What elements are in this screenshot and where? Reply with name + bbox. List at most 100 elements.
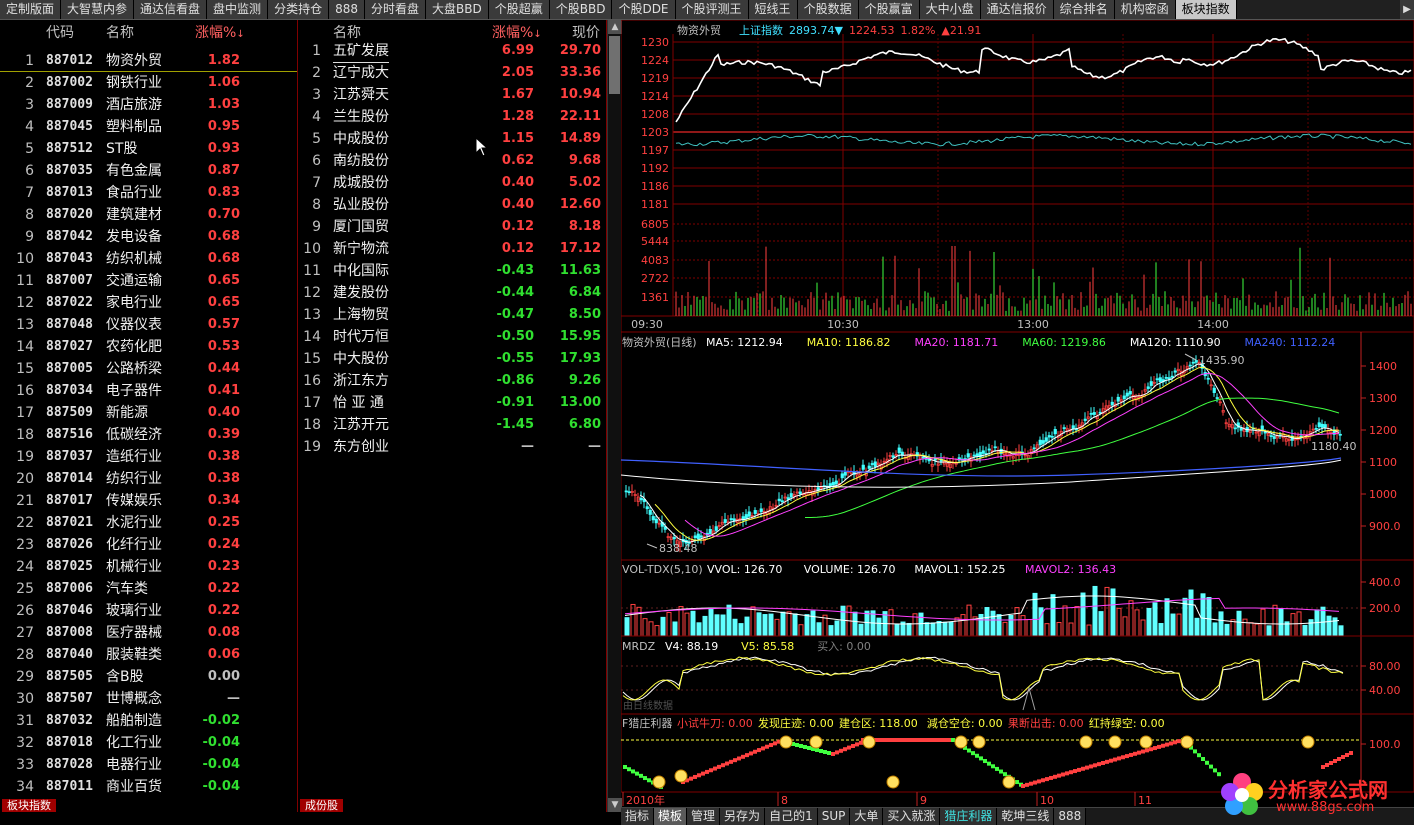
stock-row[interactable]: 2 辽宁成大 2.05 33.36 — [299, 62, 605, 84]
sector-row[interactable]: 4 887045 塑料制品 0.95 — [0, 116, 297, 138]
stock-row[interactable]: 9 厦门国贸 0.12 8.18 — [299, 216, 605, 238]
sector-row[interactable]: 27 887008 医疗器械 0.08 — [0, 622, 297, 644]
tab-6[interactable]: 分时看盘 — [364, 0, 426, 19]
indicator-btn-4[interactable]: 自己的1 — [765, 808, 818, 825]
sector-row[interactable]: 24 887025 机械行业 0.23 — [0, 556, 297, 578]
col-header-stock-name[interactable]: 名称 — [333, 22, 361, 42]
sector-row[interactable]: 12 887022 家电行业 0.65 — [0, 292, 297, 314]
scroll-down-icon[interactable]: ▼ — [608, 798, 622, 812]
col-header-pct[interactable]: 涨幅%↓ — [195, 22, 245, 42]
tab-10[interactable]: 个股DDE — [612, 0, 676, 19]
tab-7[interactable]: 大盘BBD — [426, 0, 489, 19]
stock-row[interactable]: 1 五矿发展 6.99 29.70 — [299, 40, 605, 63]
sector-row[interactable]: 14 887027 农药化肥 0.53 — [0, 336, 297, 358]
stock-row[interactable]: 8 弘业股份 0.40 12.60 — [299, 194, 605, 216]
sector-row[interactable]: 30 887507 世博概念 — — [0, 688, 297, 710]
indicator-btn-1[interactable]: 模板 — [654, 808, 688, 825]
stock-charts-svg[interactable]: 1230122412191214120812031197119211861181… — [621, 20, 1414, 808]
scroll-thumb[interactable] — [609, 36, 620, 94]
sector-row[interactable]: 21 887017 传媒娱乐 0.34 — [0, 490, 297, 512]
volume-bar — [1086, 624, 1092, 637]
sector-row[interactable]: 28 887040 服装鞋类 0.06 — [0, 644, 297, 666]
stock-row[interactable]: 11 中化国际 -0.43 11.63 — [299, 260, 605, 282]
sector-row[interactable]: 18 887516 低碳经济 0.39 — [0, 424, 297, 446]
sector-row[interactable]: 22 887021 水泥行业 0.25 — [0, 512, 297, 534]
stock-row[interactable]: 15 中大股份 -0.55 17.93 — [299, 348, 605, 370]
sector-row[interactable]: 2 887002 钢铁行业 1.06 — [0, 72, 297, 94]
stock-row[interactable]: 5 中成股份 1.15 14.89 — [299, 128, 605, 150]
stock-row[interactable]: 12 建发股份 -0.44 6.84 — [299, 282, 605, 304]
indicator-btn-3[interactable]: 另存为 — [720, 808, 766, 825]
indicator-btn-8[interactable]: 猎庄利器 — [940, 808, 998, 825]
sector-row[interactable]: 5 887512 ST股 0.93 — [0, 138, 297, 160]
sector-row[interactable]: 13 887048 仪器仪表 0.57 — [0, 314, 297, 336]
col-header-stock-pct[interactable]: 涨幅%↓ — [492, 22, 542, 42]
tab-scroll-right-icon[interactable]: ▶ — [1400, 0, 1414, 19]
tab-9[interactable]: 个股BBD — [549, 0, 613, 19]
sector-row[interactable]: 20 887014 纺织行业 0.38 — [0, 468, 297, 490]
sector-row[interactable]: 6 887035 有色金属 0.87 — [0, 160, 297, 182]
sector-row[interactable]: 34 887011 商业百货 -0.04 — [0, 776, 297, 798]
stock-row[interactable]: 17 怡 亚 通 -0.91 13.00 — [299, 392, 605, 414]
stock-row[interactable]: 3 江苏舜天 1.67 10.94 — [299, 84, 605, 106]
tab-12[interactable]: 短线王 — [748, 0, 798, 19]
indicator-btn-6[interactable]: 大单 — [850, 808, 884, 825]
indicator-btn-9[interactable]: 乾坤三线 — [997, 808, 1055, 825]
sector-row[interactable]: 10 887043 纺织机械 0.68 — [0, 248, 297, 270]
tab-18[interactable]: 机构密函 — [1114, 0, 1176, 19]
tab-4[interactable]: 分类持仓 — [268, 0, 330, 19]
sector-row[interactable]: 15 887005 公路桥梁 0.44 — [0, 358, 297, 380]
sector-row[interactable]: 3 887009 酒店旅游 1.03 — [0, 94, 297, 116]
tab-17[interactable]: 综合排名 — [1053, 0, 1115, 19]
col-header-code[interactable]: 代码 — [46, 22, 74, 42]
sector-row[interactable]: 33 887028 电器行业 -0.04 — [0, 754, 297, 776]
tab-13[interactable]: 个股数据 — [797, 0, 859, 19]
tab-5[interactable]: 888 — [329, 0, 365, 19]
stock-row[interactable]: 7 成城股份 0.40 5.02 — [299, 172, 605, 194]
tab-14[interactable]: 个股赢富 — [858, 0, 920, 19]
stock-row[interactable]: 6 南纺股份 0.62 9.68 — [299, 150, 605, 172]
vertical-scrollbar[interactable]: ▲ ▼ — [607, 20, 622, 812]
stock-row[interactable]: 13 上海物贸 -0.47 8.50 — [299, 304, 605, 326]
stock-row[interactable]: 18 江苏开元 -1.45 6.80 — [299, 414, 605, 436]
tab-16[interactable]: 通达信报价 — [980, 0, 1054, 19]
indicator-btn-10[interactable]: 888 — [1054, 808, 1087, 825]
sector-row[interactable]: 23 887026 化纤行业 0.24 — [0, 534, 297, 556]
sector-row[interactable]: 29 887505 含B股 0.00 — [0, 666, 297, 688]
indicator-btn-2[interactable]: 管理 — [687, 808, 721, 825]
sector-row[interactable]: 32 887018 化工行业 -0.04 — [0, 732, 297, 754]
sector-row[interactable]: 19 887037 造纸行业 0.38 — [0, 446, 297, 468]
col-header-name[interactable]: 名称 — [106, 22, 134, 42]
tab-1[interactable]: 大智慧内参 — [61, 0, 135, 19]
tab-constituents[interactable]: 成份股 — [300, 799, 343, 812]
tab-sector-index[interactable]: 板块指数 — [2, 799, 56, 812]
tab-3[interactable]: 盘中监测 — [207, 0, 269, 19]
indicator-btn-0[interactable]: 指标 — [621, 808, 655, 825]
sector-row[interactable]: 31 887032 船舶制造 -0.02 — [0, 710, 297, 732]
stock-row[interactable]: 19 东方创业 — — — [299, 436, 605, 458]
tab-11[interactable]: 个股评测王 — [675, 0, 749, 19]
col-header-price[interactable]: 现价 — [572, 22, 600, 42]
scroll-up-icon[interactable]: ▲ — [608, 20, 622, 34]
sector-row[interactable]: 8 887020 建筑建材 0.70 — [0, 204, 297, 226]
sector-row[interactable]: 11 887007 交通运输 0.65 — [0, 270, 297, 292]
stock-row[interactable]: 10 新宁物流 0.12 17.12 — [299, 238, 605, 260]
sector-row[interactable]: 16 887034 电子器件 0.41 — [0, 380, 297, 402]
sector-row[interactable]: 17 887509 新能源 0.40 — [0, 402, 297, 424]
tab-15[interactable]: 大中小盘 — [919, 0, 981, 19]
tab-19[interactable]: 板块指数 — [1175, 0, 1237, 19]
sector-row[interactable]: 25 887006 汽车类 0.22 — [0, 578, 297, 600]
sector-row[interactable]: 7 887013 食品行业 0.83 — [0, 182, 297, 204]
mouse-cursor-icon — [475, 137, 489, 157]
stock-row[interactable]: 16 浙江东方 -0.86 9.26 — [299, 370, 605, 392]
sector-row[interactable]: 1 887012 物资外贸 1.82 — [0, 50, 297, 72]
sector-row[interactable]: 26 887046 玻璃行业 0.22 — [0, 600, 297, 622]
sector-row[interactable]: 9 887042 发电设备 0.68 — [0, 226, 297, 248]
tab-2[interactable]: 通达信看盘 — [134, 0, 208, 19]
tab-0[interactable]: 定制版面 — [0, 0, 62, 19]
indicator-btn-5[interactable]: SUP — [817, 808, 851, 825]
stock-row[interactable]: 14 时代万恒 -0.50 15.95 — [299, 326, 605, 348]
indicator-btn-7[interactable]: 买入就涨 — [883, 808, 941, 825]
stock-row[interactable]: 4 兰生股份 1.28 22.11 — [299, 106, 605, 128]
tab-8[interactable]: 个股超赢 — [488, 0, 550, 19]
